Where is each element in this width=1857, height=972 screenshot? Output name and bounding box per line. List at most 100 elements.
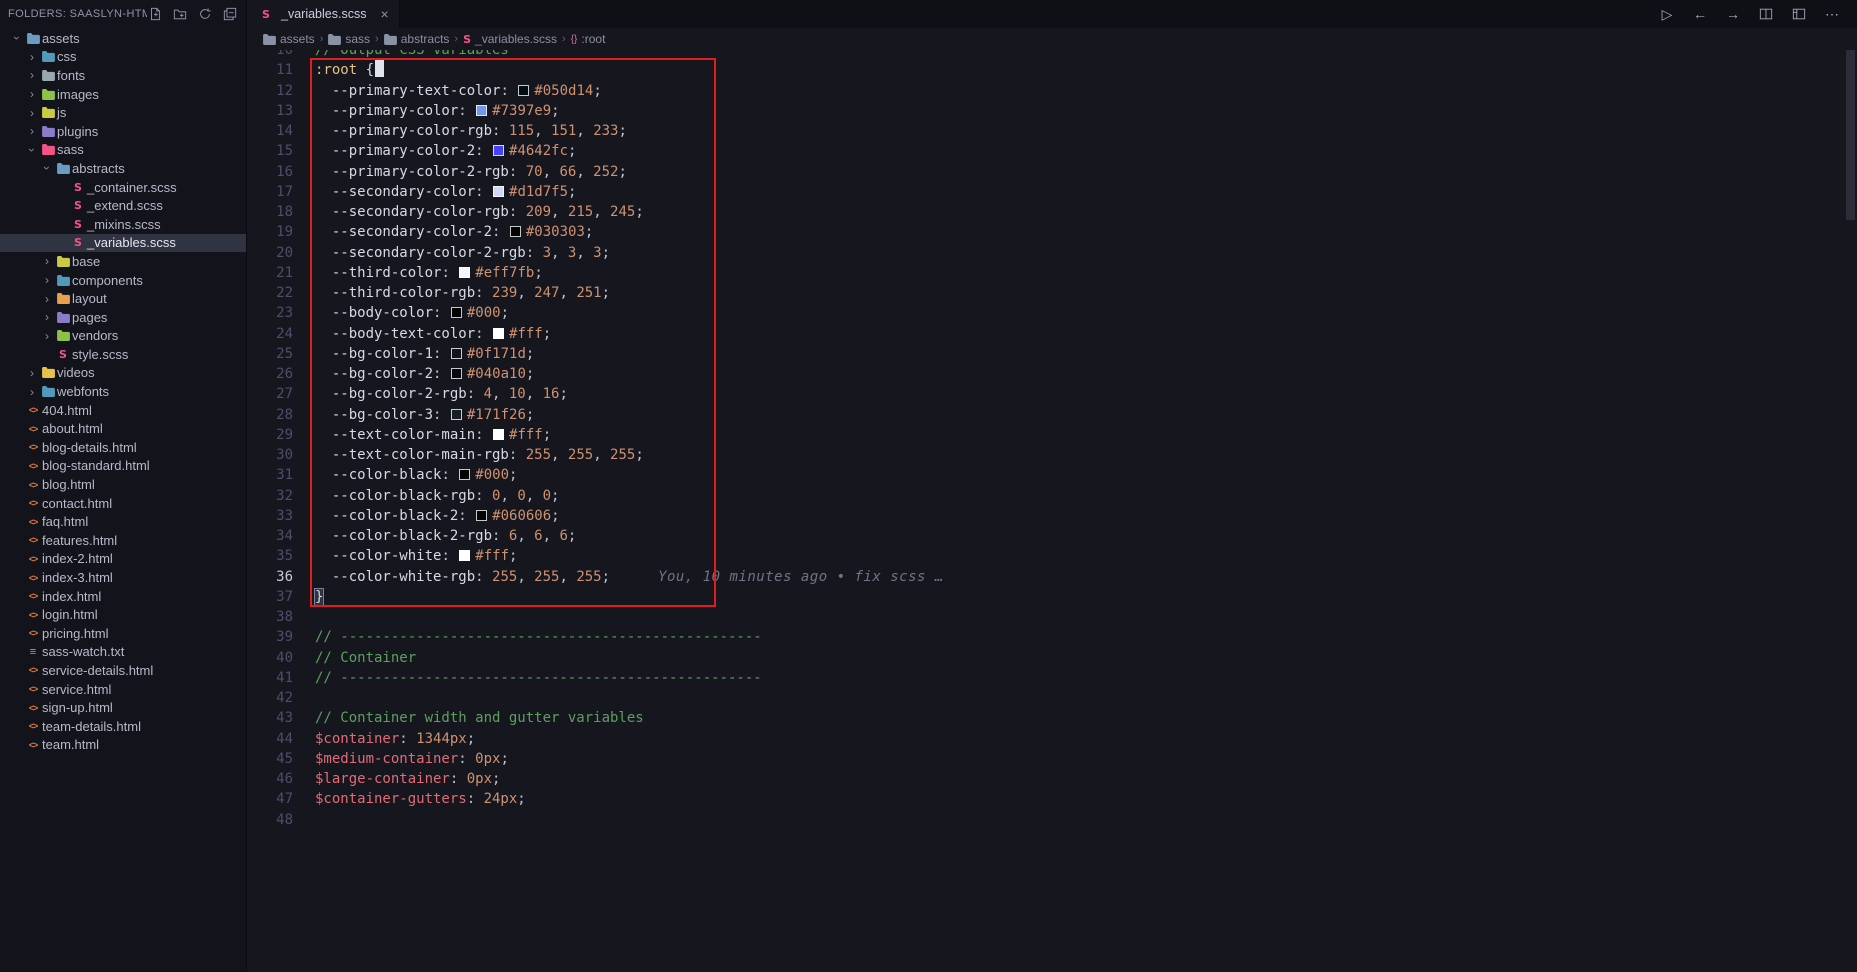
tree-file-pricing-html[interactable]: <>pricing.html <box>0 624 246 643</box>
breadcrumb-item--variables-scss[interactable]: S_variables.scss <box>463 32 557 46</box>
color-swatch[interactable] <box>451 368 462 379</box>
new-folder-icon[interactable] <box>172 6 188 22</box>
color-swatch[interactable] <box>518 85 529 96</box>
tree-folder-images[interactable]: ›images <box>0 85 246 104</box>
tree-file-faq-html[interactable]: <>faq.html <box>0 512 246 531</box>
tree-folder-css[interactable]: ›css <box>0 48 246 67</box>
run-icon[interactable]: ▷ <box>1658 5 1676 23</box>
tree-item-label: blog.html <box>42 477 95 492</box>
line-content: $container-gutters: 24px; <box>315 789 526 809</box>
color-swatch[interactable] <box>493 145 504 156</box>
tree-file--variables-scss[interactable]: S_variables.scss <box>0 234 246 253</box>
breadcrumb: assets›sass›abstracts›S_variables.scss›{… <box>247 28 1857 50</box>
navigate-forward-icon[interactable]: → <box>1724 5 1742 23</box>
color-swatch[interactable] <box>510 226 521 237</box>
color-swatch[interactable] <box>451 409 462 420</box>
tree-folder-js[interactable]: ›js <box>0 103 246 122</box>
tab-variables-scss[interactable]: S _variables.scss × <box>247 0 400 28</box>
color-swatch[interactable] <box>493 186 504 197</box>
html-file-icon: <> <box>24 498 42 508</box>
tree-file--mixins-scss[interactable]: S_mixins.scss <box>0 215 246 234</box>
breadcrumb-item--root[interactable]: {}:root <box>571 32 606 46</box>
html-file-icon: <> <box>24 665 42 675</box>
tree-folder-base[interactable]: ›base <box>0 252 246 271</box>
breadcrumb-label: abstracts <box>401 32 450 46</box>
tree-file-blog-details-html[interactable]: <>blog-details.html <box>0 438 246 457</box>
refresh-explorer-icon[interactable] <box>197 6 213 22</box>
line-number: 20 <box>247 243 293 263</box>
navigate-back-icon[interactable]: ← <box>1691 5 1709 23</box>
tree-folder-components[interactable]: ›components <box>0 271 246 290</box>
code-line: 20 --secondary-color-2-rgb: 3, 3, 3; <box>247 243 1857 263</box>
tree-item-label: js <box>57 105 66 120</box>
tree-item-label: _container.scss <box>87 180 177 195</box>
tree-file-team-details-html[interactable]: <>team-details.html <box>0 717 246 736</box>
code-line: 43// Container width and gutter variable… <box>247 708 1857 728</box>
tree-folder-videos[interactable]: ›videos <box>0 364 246 383</box>
tree-folder-abstracts[interactable]: ›abstracts <box>0 159 246 178</box>
tree-file-about-html[interactable]: <>about.html <box>0 419 246 438</box>
color-swatch[interactable] <box>451 307 462 318</box>
color-swatch[interactable] <box>476 105 487 116</box>
breadcrumb-item-sass[interactable]: sass <box>328 32 370 46</box>
code-line: 35 --color-white: #fff; <box>247 546 1857 566</box>
tree-file-index-2-html[interactable]: <>index-2.html <box>0 550 246 569</box>
tree-folder-plugins[interactable]: ›plugins <box>0 122 246 141</box>
code-editor[interactable]: 10// Output CSS variables11:root {12 --p… <box>247 50 1857 972</box>
tree-file--extend-scss[interactable]: S_extend.scss <box>0 196 246 215</box>
tree-file-blog-html[interactable]: <>blog.html <box>0 475 246 494</box>
line-number: 47 <box>247 789 293 809</box>
tree-item-label: contact.html <box>42 496 112 511</box>
tree-folder-vendors[interactable]: ›vendors <box>0 327 246 346</box>
breadcrumb-item-assets[interactable]: assets <box>263 32 315 46</box>
tree-file-index-html[interactable]: <>index.html <box>0 587 246 606</box>
line-content: --body-text-color: #fff; <box>315 324 551 344</box>
tree-item-label: _mixins.scss <box>87 217 161 232</box>
more-actions-icon[interactable]: ⋯ <box>1823 5 1841 23</box>
tree-file-blog-standard-html[interactable]: <>blog-standard.html <box>0 457 246 476</box>
tree-file-login-html[interactable]: <>login.html <box>0 605 246 624</box>
code-line: 17 --secondary-color: #d1d7f5; <box>247 182 1857 202</box>
tree-file-contact-html[interactable]: <>contact.html <box>0 494 246 513</box>
color-swatch[interactable] <box>476 510 487 521</box>
editor-scrollbar-thumb[interactable] <box>1846 50 1855 220</box>
color-swatch[interactable] <box>459 469 470 480</box>
color-swatch[interactable] <box>459 267 470 278</box>
collapse-folders-icon[interactable] <box>222 6 238 22</box>
color-swatch[interactable] <box>451 348 462 359</box>
new-file-icon[interactable] <box>147 6 163 22</box>
tree-file-index-3-html[interactable]: <>index-3.html <box>0 568 246 587</box>
editor-area: S _variables.scss × ▷ ← → ⋯ assets›sass›… <box>247 0 1857 972</box>
tree-item-label: index-3.html <box>42 570 113 585</box>
tree-folder-layout[interactable]: ›layout <box>0 289 246 308</box>
tree-file-sign-up-html[interactable]: <>sign-up.html <box>0 698 246 717</box>
tree-item-label: vendors <box>72 328 118 343</box>
line-number: 44 <box>247 729 293 749</box>
folder-icon <box>39 367 57 378</box>
color-swatch[interactable] <box>493 429 504 440</box>
color-swatch[interactable] <box>493 328 504 339</box>
tree-folder-sass[interactable]: ›sass <box>0 141 246 160</box>
tree-file--container-scss[interactable]: S_container.scss <box>0 178 246 197</box>
line-content: --secondary-color-rgb: 209, 215, 245; <box>315 202 644 222</box>
color-swatch[interactable] <box>459 550 470 561</box>
html-file-icon: <> <box>24 461 42 471</box>
tree-folder-webfonts[interactable]: ›webfonts <box>0 382 246 401</box>
close-tab-icon[interactable]: × <box>380 7 388 21</box>
customize-layout-icon[interactable] <box>1790 5 1808 23</box>
split-editor-icon[interactable] <box>1757 5 1775 23</box>
tree-folder-assets[interactable]: ›assets <box>0 29 246 48</box>
tree-file-style-scss[interactable]: Sstyle.scss <box>0 345 246 364</box>
tree-folder-pages[interactable]: ›pages <box>0 308 246 327</box>
line-number: 36 <box>247 567 293 587</box>
tree-file-service-html[interactable]: <>service.html <box>0 680 246 699</box>
tree-file-team-html[interactable]: <>team.html <box>0 736 246 755</box>
tree-file-sass-watch-txt[interactable]: ≡sass-watch.txt <box>0 643 246 662</box>
tab-bar: S _variables.scss × ▷ ← → ⋯ <box>247 0 1857 28</box>
tree-item-label: service-details.html <box>42 663 153 678</box>
tree-file-404-html[interactable]: <>404.html <box>0 401 246 420</box>
breadcrumb-item-abstracts[interactable]: abstracts <box>384 32 450 46</box>
tree-folder-fonts[interactable]: ›fonts <box>0 66 246 85</box>
tree-file-features-html[interactable]: <>features.html <box>0 531 246 550</box>
tree-file-service-details-html[interactable]: <>service-details.html <box>0 661 246 680</box>
